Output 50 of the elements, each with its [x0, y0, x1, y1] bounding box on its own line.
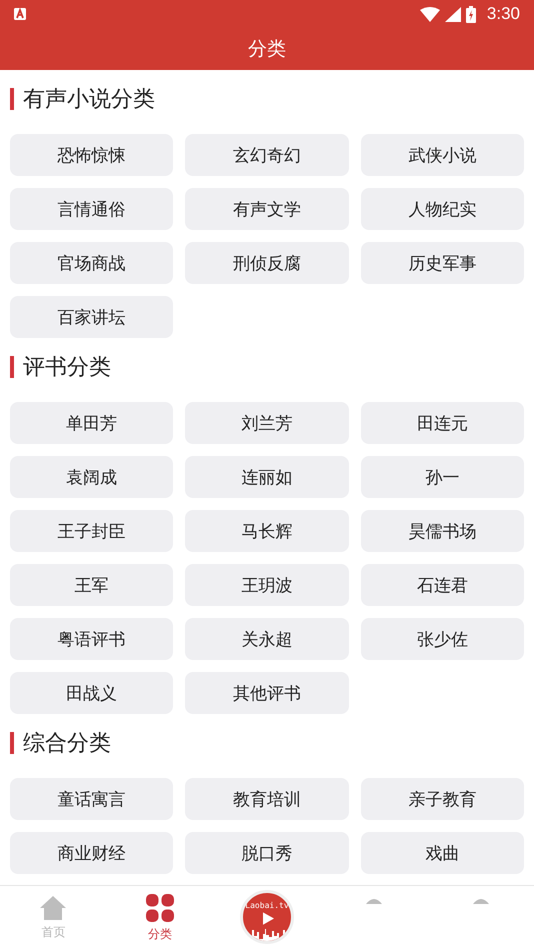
- category-button[interactable]: 王子封臣: [10, 510, 174, 552]
- category-button[interactable]: 田战义: [10, 672, 174, 714]
- category-button[interactable]: 百家讲坛: [10, 296, 174, 338]
- app-notification-icon: [14, 8, 26, 20]
- section-title: 评书分类: [23, 354, 111, 382]
- category-button[interactable]: 田连元: [360, 402, 524, 444]
- battery-icon: [466, 6, 476, 22]
- category-button[interactable]: 张少佐: [360, 618, 524, 660]
- category-button[interactable]: 单田芳: [10, 402, 174, 444]
- section-marker: [10, 732, 14, 754]
- category-tab[interactable]: 分类: [106, 886, 214, 950]
- category-button[interactable]: 武侠小说: [360, 134, 524, 176]
- category-button[interactable]: 关永超: [185, 618, 349, 660]
- category-button[interactable]: 刑侦反腐: [185, 242, 349, 284]
- page-title: 分类: [247, 37, 287, 62]
- category-button[interactable]: 恐怖惊悚: [10, 134, 174, 176]
- category-button[interactable]: 亲子教育: [360, 778, 524, 820]
- category-button[interactable]: 言情通俗: [10, 188, 174, 230]
- category-button[interactable]: 刘兰芳: [185, 402, 349, 444]
- play-logo-button[interactable]: Laobai.tv: [240, 890, 294, 944]
- section-title: 综合分类: [23, 730, 111, 758]
- wifi-icon: [420, 6, 440, 22]
- category-button[interactable]: 有声文学: [185, 188, 349, 230]
- section-marker: [10, 356, 14, 378]
- category-button[interactable]: 马长辉: [185, 510, 349, 552]
- category-button[interactable]: 玄幻奇幻: [185, 134, 349, 176]
- category-button[interactable]: 孙一: [360, 456, 524, 498]
- category-button[interactable]: 人物纪实: [360, 188, 524, 230]
- category-button[interactable]: 脱口秀: [185, 832, 349, 874]
- category-button[interactable]: 石连君: [360, 564, 524, 606]
- home-icon: [40, 896, 66, 920]
- signal-icon: [444, 6, 461, 22]
- play-icon: [262, 912, 274, 925]
- category-button[interactable]: 商业财经: [10, 832, 174, 874]
- category-button[interactable]: 昊儒书场: [360, 510, 524, 552]
- category-button[interactable]: 王玥波: [185, 564, 349, 606]
- category-button[interactable]: 王军: [10, 564, 174, 606]
- category-button[interactable]: 其他评书: [185, 672, 349, 714]
- category-button[interactable]: 童话寓言: [10, 778, 174, 820]
- grid-icon: [146, 894, 174, 922]
- category-button[interactable]: 粤语评书: [10, 618, 174, 660]
- section-marker: [10, 88, 14, 110]
- category-button[interactable]: 官场商战: [10, 242, 174, 284]
- category-button[interactable]: 连丽如: [185, 456, 349, 498]
- status-time: 3:30: [486, 4, 520, 24]
- category-button[interactable]: 戏曲: [360, 832, 524, 874]
- category-button[interactable]: 袁阔成: [10, 456, 174, 498]
- section-title: 有声小说分类: [23, 86, 155, 114]
- category-button[interactable]: 教育培训: [185, 778, 349, 820]
- category-button[interactable]: 历史军事: [360, 242, 524, 284]
